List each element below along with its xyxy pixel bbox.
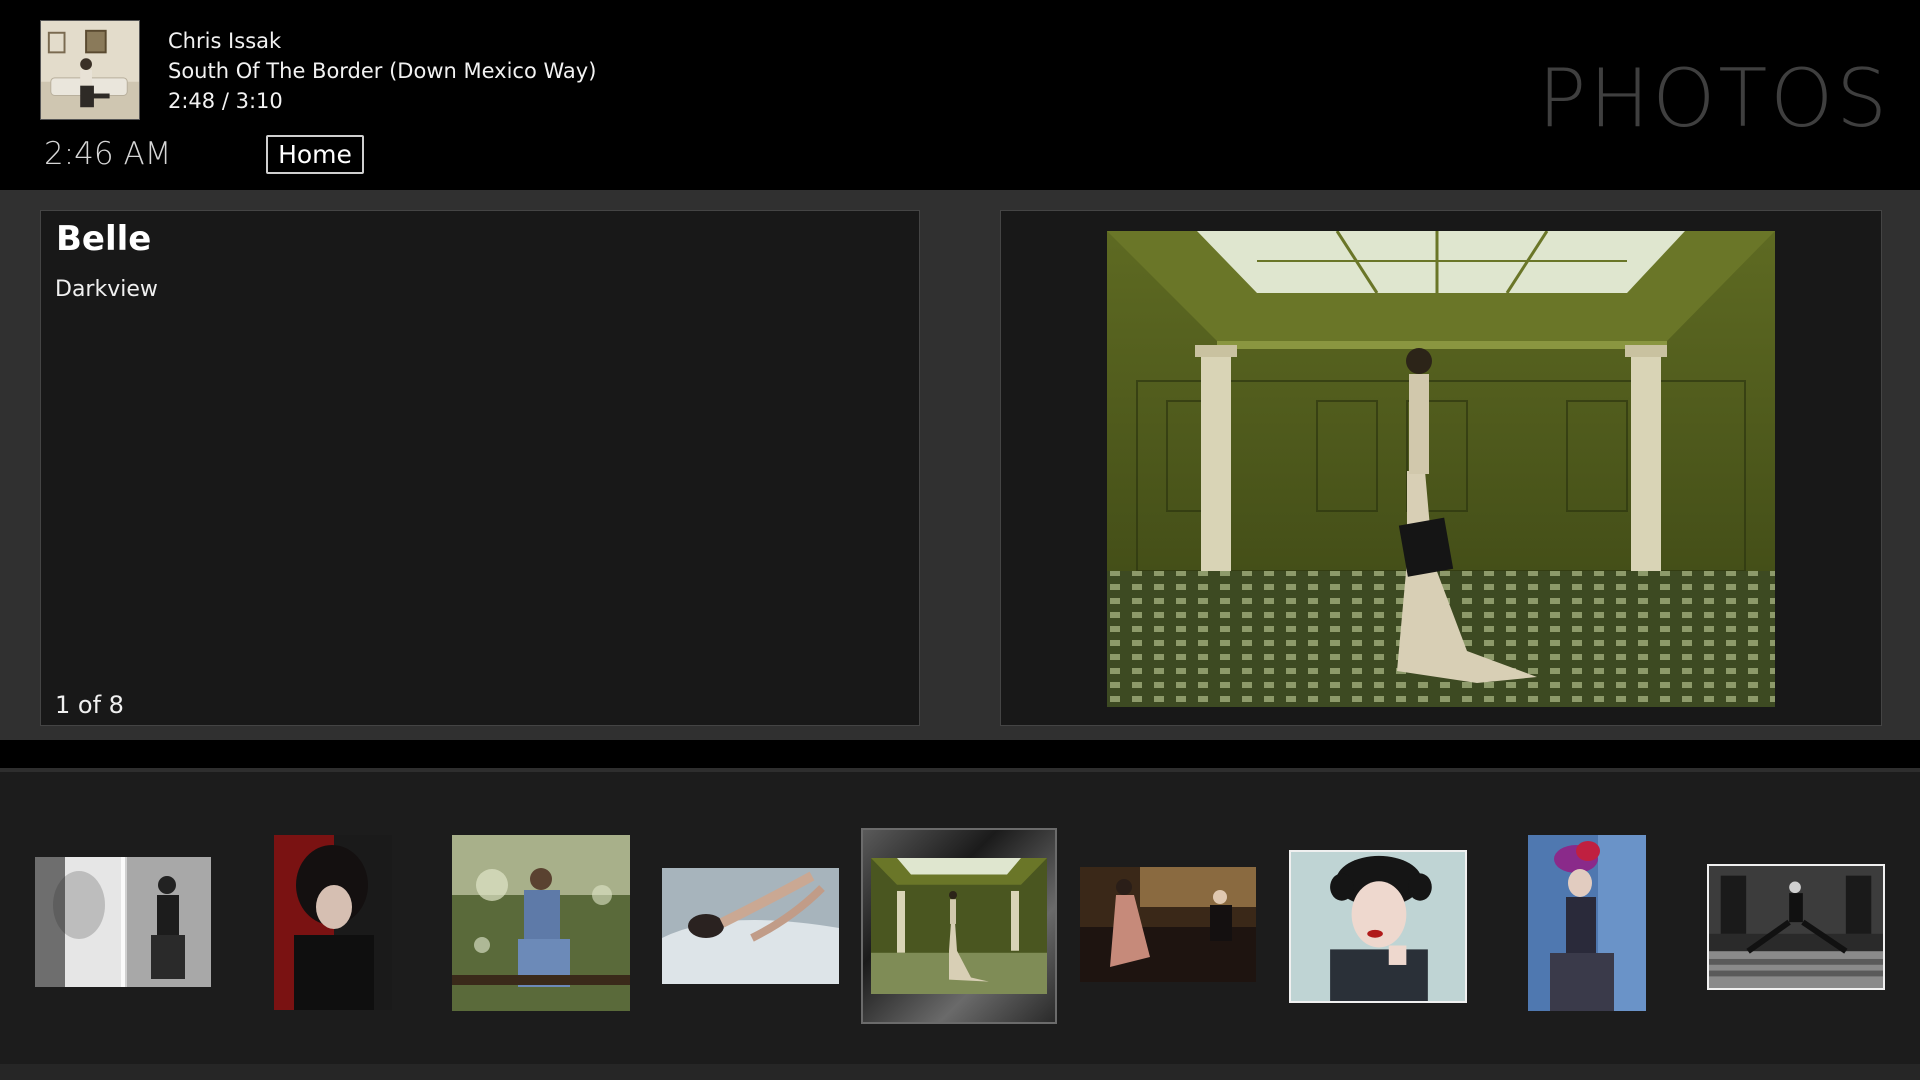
thumbnail-8[interactable]	[1528, 835, 1646, 1011]
album-art-image	[41, 21, 139, 119]
photo-subtitle: Darkview	[55, 277, 158, 302]
main-area: Belle Darkview 1 of 8	[0, 190, 1920, 740]
thumbnail-5-selected[interactable]	[861, 828, 1057, 1024]
section-title: PHOTOS	[1538, 52, 1890, 145]
strip-bottom-band	[0, 1064, 1920, 1080]
now-playing-progress: 2:48 / 3:10	[168, 89, 283, 113]
thumbnail-3[interactable]	[452, 835, 630, 1011]
now-playing: Chris Issak South Of The Border (Down Me…	[168, 26, 596, 116]
home-button[interactable]: Home	[266, 135, 364, 174]
photo-counter: 1 of 8	[55, 691, 124, 719]
thumbnail-6[interactable]	[1080, 867, 1256, 982]
thumbnail-4-image	[662, 868, 839, 984]
thumbnail-5-image	[871, 858, 1047, 994]
thumbnail-9[interactable]	[1707, 864, 1885, 990]
thumbnail-strip	[0, 768, 1920, 1064]
thumbnail-9-image	[1709, 866, 1883, 988]
thumbnail-2-image	[274, 835, 392, 1010]
now-playing-artist: Chris Issak	[168, 29, 282, 53]
thumbnail-2[interactable]	[274, 835, 392, 1010]
thumbnail-1-image	[35, 857, 211, 987]
photo-title: Belle	[56, 219, 152, 259]
now-playing-song: South Of The Border (Down Mexico Way)	[168, 59, 597, 83]
preview-panel	[1000, 210, 1882, 726]
thumbnail-8-image	[1528, 835, 1646, 1011]
thumbnail-1[interactable]	[35, 857, 211, 987]
thumbnail-4[interactable]	[662, 868, 839, 984]
thumbnail-6-image	[1080, 867, 1256, 982]
album-art[interactable]	[40, 20, 140, 120]
thumbnail-3-image	[452, 835, 630, 1011]
header: Chris Issak South Of The Border (Down Me…	[0, 0, 1920, 190]
clock: 2:46 AM	[44, 136, 172, 172]
thumbnail-7-image	[1291, 852, 1465, 1001]
thumbnail-7[interactable]	[1289, 850, 1467, 1003]
details-panel: Belle Darkview 1 of 8	[40, 210, 920, 726]
preview-image[interactable]	[1107, 231, 1775, 707]
preview-photo	[1107, 231, 1775, 707]
divider-band	[0, 740, 1920, 768]
